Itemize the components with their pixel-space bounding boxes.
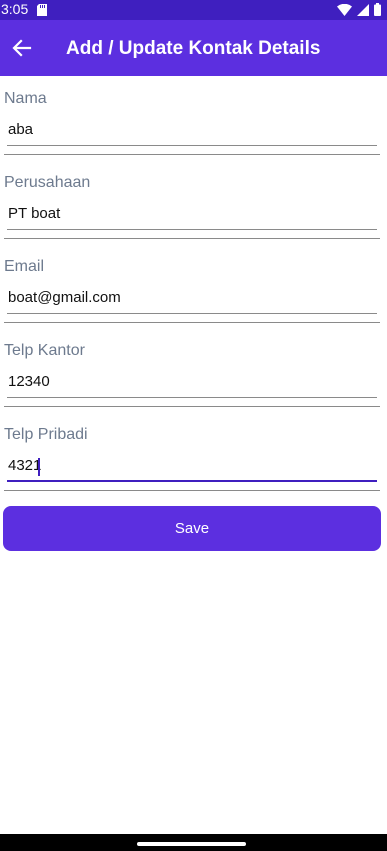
back-button[interactable] <box>8 34 36 62</box>
text-caret <box>38 458 40 476</box>
home-indicator[interactable] <box>137 842 246 846</box>
telp-pribadi-label: Telp Pribadi <box>4 426 88 443</box>
field-divider <box>4 490 380 491</box>
save-button[interactable]: Save <box>3 506 381 551</box>
status-icons <box>337 3 381 21</box>
navigation-bar <box>0 834 387 851</box>
field-divider <box>4 322 380 323</box>
signal-icon <box>357 3 369 21</box>
status-time: 3:05 <box>1 1 29 17</box>
sd-card-icon <box>37 3 47 21</box>
nama-label: Nama <box>4 90 47 107</box>
contact-form: Nama Perusahaan Email Telp Kantor Telp P… <box>0 76 387 496</box>
arrow-left-icon <box>12 39 32 57</box>
page-title: Add / Update Kontak Details <box>66 38 321 59</box>
field-telp-pribadi: Telp Pribadi <box>0 412 387 496</box>
app-bar: Add / Update Kontak Details <box>0 20 387 76</box>
field-divider <box>4 238 380 239</box>
field-perusahaan: Perusahaan <box>0 160 387 244</box>
field-telp-kantor: Telp Kantor <box>0 328 387 412</box>
perusahaan-label: Perusahaan <box>4 174 91 191</box>
nama-input[interactable] <box>7 116 377 146</box>
telp-kantor-label: Telp Kantor <box>4 342 85 359</box>
field-divider <box>4 154 380 155</box>
field-email: Email <box>0 244 387 328</box>
status-bar: 3:05 <box>0 0 387 20</box>
email-label: Email <box>4 258 45 275</box>
perusahaan-input[interactable] <box>7 200 377 230</box>
telp-kantor-input[interactable] <box>7 368 377 398</box>
field-divider <box>4 406 380 407</box>
telp-pribadi-input[interactable] <box>7 452 377 482</box>
email-input[interactable] <box>7 284 377 314</box>
field-nama: Nama <box>0 76 387 160</box>
wifi-icon <box>337 3 352 21</box>
battery-icon <box>374 3 381 21</box>
